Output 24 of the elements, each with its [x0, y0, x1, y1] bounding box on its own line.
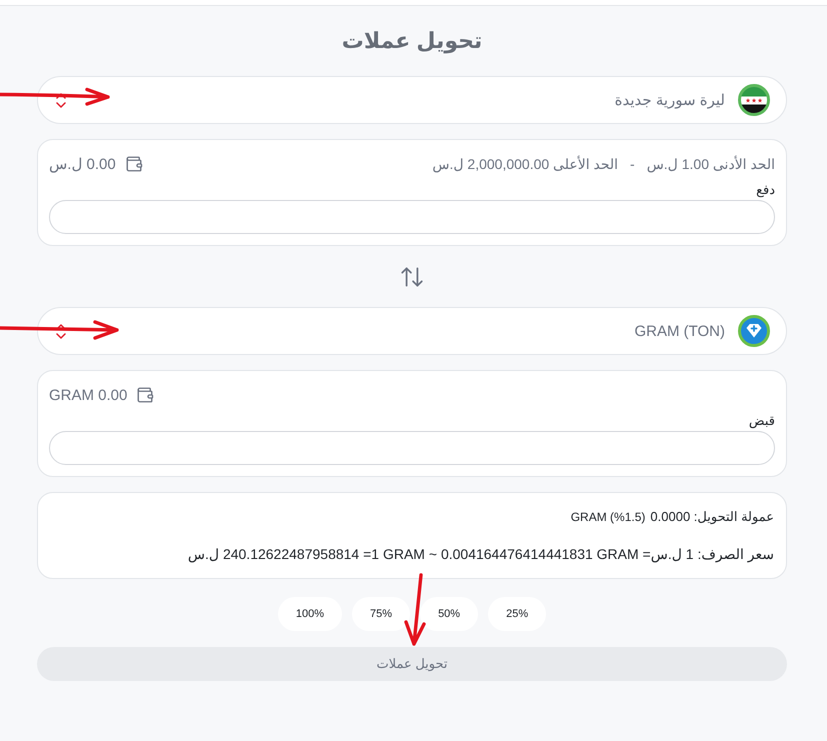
- amount-input-field[interactable]: [49, 200, 775, 234]
- field-label: قبض: [748, 414, 775, 428]
- flag-icon: [738, 84, 770, 116]
- fee-text: عمولة التحويل: 0.0000: [650, 509, 774, 524]
- dash-separator: -: [630, 156, 635, 172]
- currency-select[interactable]: GRAM (TON): [37, 307, 787, 355]
- percent-button[interactable]: 100%: [278, 597, 342, 631]
- wallet-icon: [136, 386, 154, 404]
- page-title: تحويل عملات: [340, 27, 484, 56]
- percent-button[interactable]: 25%: [488, 597, 546, 631]
- balance-text: 0.00 ل.س: [49, 155, 116, 173]
- exchange-rate-text: سعر الصرف: 1 ل.س= 0.004164476414441831 GRAM ~ 1 GRAM= 240.12622487958814 ل.س: [188, 546, 774, 562]
- currency-select[interactable]: ليرة سورية جديدة: [37, 76, 787, 124]
- percent-button[interactable]: 75%: [352, 597, 410, 631]
- chevron-up-down-icon: [56, 92, 66, 108]
- balance-text: 0.00 GRAM: [49, 386, 128, 404]
- percent-button[interactable]: 50%: [420, 597, 478, 631]
- chevron-up-down-icon: [56, 324, 66, 338]
- amount-input-field[interactable]: [49, 431, 775, 465]
- min-limit-text: الحد الأدنى 1.00 ل.س: [646, 156, 775, 172]
- fee-detail-text: (1.5%) GRAM: [570, 510, 646, 524]
- field-label: دفع: [755, 183, 775, 197]
- max-limit-text: الحد الأعلى 2,000,000.00 ل.س: [432, 156, 618, 172]
- wallet-icon: [124, 155, 143, 173]
